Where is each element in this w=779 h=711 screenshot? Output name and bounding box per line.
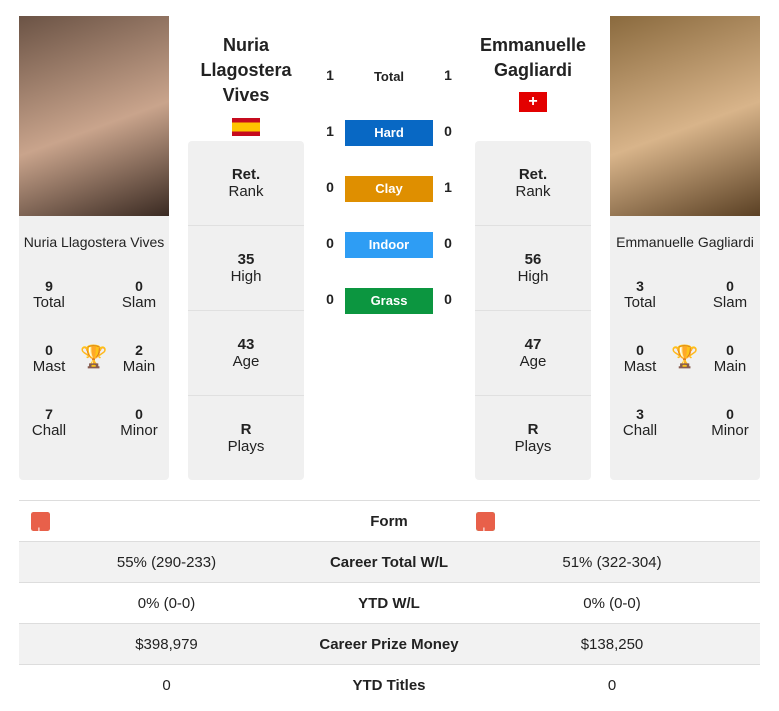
row-label: Career Prize Money <box>319 636 459 653</box>
form-row: LLLWLLLWLL Form LWWLLLWWWL <box>19 500 760 542</box>
high-label: High <box>230 268 262 285</box>
p2-chall: 3 <box>636 406 644 422</box>
table-row: $398,979 Career Prize Money $138,250 <box>19 623 760 665</box>
row-label: Career Total W/L <box>329 554 449 571</box>
h2h-clay-p1: 0 <box>326 179 334 195</box>
p2-main-label: Main <box>713 358 747 375</box>
p1-mast: 0 <box>45 342 53 358</box>
h2h-indoor-p2: 0 <box>444 235 452 251</box>
table-row: 0% (0-0) YTD W/L 0% (0-0) <box>19 582 760 624</box>
p2-chall-label: Chall <box>622 422 658 439</box>
p1-minor: 0 <box>135 406 143 422</box>
p1-chall: 7 <box>45 406 53 422</box>
player1-name[interactable]: Nuria Llagostera Vives <box>188 33 304 108</box>
trophy-icon: 🏆 <box>671 344 699 369</box>
h2h-hard-p1: 1 <box>326 123 334 139</box>
row-label: YTD W/L <box>358 595 420 612</box>
plays-label: Plays <box>227 438 265 455</box>
h2h-grass-p1: 0 <box>326 291 334 307</box>
p1-main: 2 <box>135 342 143 358</box>
p2-plays: R <box>527 421 539 438</box>
p1-total-label: Total <box>33 294 65 311</box>
p2-slam: 0 <box>726 278 734 294</box>
p2-minor: 0 <box>726 406 734 422</box>
p1-mast-label: Mast <box>32 358 66 375</box>
age-label: Age <box>519 353 547 370</box>
p2-mast: 0 <box>636 342 644 358</box>
p2-total: 3 <box>636 278 644 294</box>
p2-value: 0% (0-0) <box>583 595 641 612</box>
p2-main: 0 <box>726 342 734 358</box>
surface-indoor: Indoor <box>345 232 433 258</box>
player2-info-card: Ret. Rank 56 High 47 Age R Plays <box>475 141 591 480</box>
form-result-badge: L <box>476 512 495 538</box>
age-label: Age <box>232 353 260 370</box>
h2h-hard-p2: 0 <box>444 123 452 139</box>
surface-grass: Grass <box>345 288 433 314</box>
row-label: YTD Titles <box>352 677 426 694</box>
p2-slam-label: Slam <box>712 294 748 311</box>
switzerland-flag-icon: + <box>519 92 547 112</box>
rank-label: Rank <box>515 183 551 200</box>
h2h-grass-p2: 0 <box>444 291 452 307</box>
p1-main-label: Main <box>122 358 156 375</box>
player2-stats-card: Emmanuelle Gagliardi 3 Total 0 Slam 0 Mast … <box>610 216 760 480</box>
player1-stats-card: Nuria Llagostera Vives 9 Total 0 Slam 0 Mas… <box>19 216 169 480</box>
h2h-clay-p2: 1 <box>444 179 452 195</box>
h2h-total-label: Total <box>373 69 405 84</box>
p1-rank: Ret. <box>231 166 261 183</box>
p1-chall-label: Chall <box>31 422 67 439</box>
player2-photo <box>610 16 760 216</box>
p1-minor-label: Minor <box>120 422 158 439</box>
trophy-icon: 🏆 <box>80 344 108 369</box>
surface-hard: Hard <box>345 120 433 146</box>
player1-info-card: Ret. Rank 35 High 43 Age R Plays <box>188 141 304 480</box>
p2-total-label: Total <box>624 294 656 311</box>
plays-label: Plays <box>514 438 552 455</box>
p1-high: 35 <box>237 251 255 268</box>
p1-plays: R <box>240 421 252 438</box>
p2-rank: Ret. <box>518 166 548 183</box>
p2-mast-label: Mast <box>623 358 657 375</box>
h2h-indoor-p1: 0 <box>326 235 334 251</box>
h2h-total-p1: 1 <box>326 67 334 83</box>
form-result-badge: L <box>31 512 50 538</box>
p1-slam: 0 <box>135 278 143 294</box>
p2-value: 51% (322-304) <box>562 554 662 571</box>
spain-flag-icon <box>232 118 260 136</box>
high-label: High <box>517 268 549 285</box>
p1-value: 0 <box>162 677 171 694</box>
p2-high: 56 <box>524 251 542 268</box>
table-row: 0 YTD Titles 0 <box>19 664 760 706</box>
player1-name-label: Nuria Llagostera Vives <box>23 234 165 250</box>
p1-value: $398,979 <box>135 636 198 653</box>
p1-total: 9 <box>45 278 53 294</box>
form-label: Form <box>370 513 408 530</box>
h2h-total-p2: 1 <box>444 67 452 83</box>
p2-value: 0 <box>607 677 617 694</box>
player2-name-label: Emmanuelle Gagliardi <box>616 234 754 250</box>
p1-value: 55% (290-233) <box>116 554 217 571</box>
p2-minor-label: Minor <box>711 422 749 439</box>
p2-value: $138,250 <box>580 636 644 653</box>
player1-photo <box>19 16 169 216</box>
p1-slam-label: Slam <box>121 294 157 311</box>
player2-name[interactable]: Emmanuelle Gagliardi <box>470 33 596 83</box>
p1-age: 43 <box>237 336 255 353</box>
table-row: 55% (290-233) Career Total W/L 51% (322-… <box>19 541 760 583</box>
p2-age: 47 <box>524 336 542 353</box>
rank-label: Rank <box>228 183 264 200</box>
p1-value: 0% (0-0) <box>137 595 196 612</box>
surface-clay: Clay <box>345 176 433 202</box>
